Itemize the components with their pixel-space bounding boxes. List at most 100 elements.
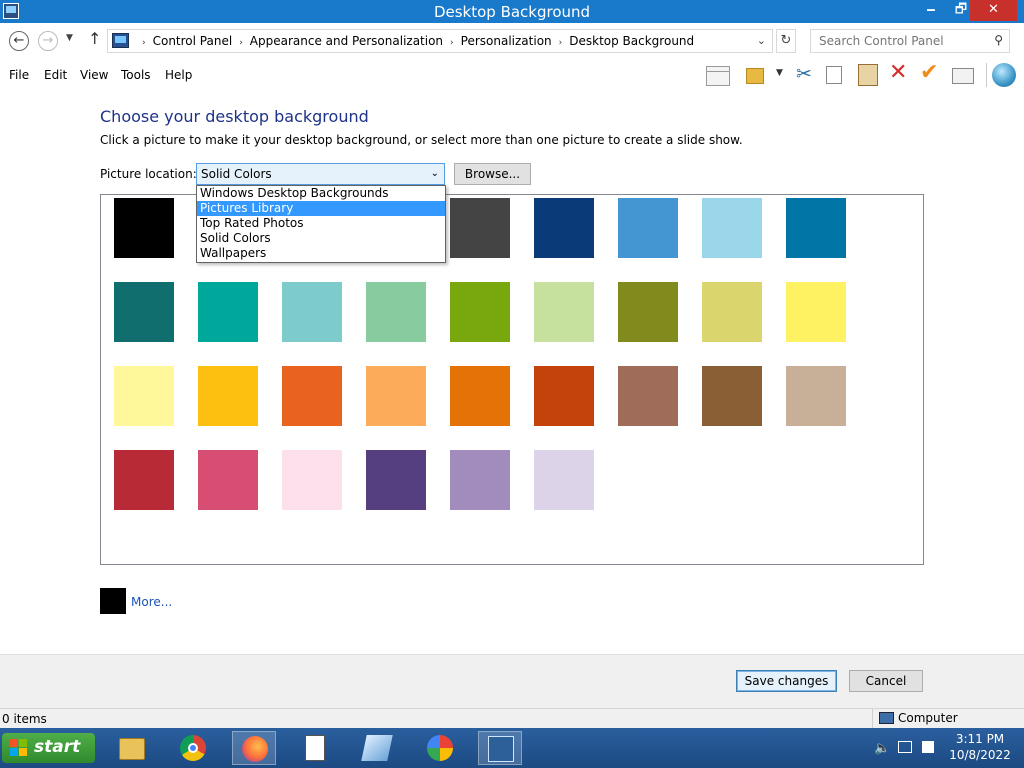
globe-icon[interactable] bbox=[992, 63, 1016, 87]
breadcrumb-personalization[interactable]: Personalization bbox=[461, 34, 552, 48]
paste-icon[interactable] bbox=[858, 64, 878, 86]
computer-icon bbox=[879, 712, 894, 724]
checkmark-icon[interactable]: ✔ bbox=[920, 60, 938, 85]
color-swatch[interactable] bbox=[114, 198, 174, 258]
volume-muted-icon[interactable]: 🔈 bbox=[874, 741, 890, 756]
breadcrumb-separator-icon[interactable]: › bbox=[450, 38, 454, 48]
save-changes-button[interactable]: Save changes bbox=[736, 670, 837, 692]
copy-icon[interactable] bbox=[826, 66, 842, 84]
refresh-button[interactable]: ↻ bbox=[776, 29, 796, 53]
breadcrumb-appearance[interactable]: Appearance and Personalization bbox=[250, 34, 443, 48]
breadcrumb-separator-icon[interactable]: › bbox=[559, 38, 563, 48]
dropdown-option[interactable]: Pictures Library bbox=[197, 201, 445, 216]
color-swatch[interactable] bbox=[786, 198, 846, 258]
color-swatch[interactable] bbox=[198, 450, 258, 510]
preview-pane-icon[interactable] bbox=[706, 66, 730, 86]
picture-location-label: Picture location: bbox=[100, 167, 197, 181]
color-swatch[interactable] bbox=[618, 366, 678, 426]
search-icon[interactable]: ⚲ bbox=[994, 33, 1003, 47]
color-swatch[interactable] bbox=[282, 366, 342, 426]
system-clock[interactable]: 3:11 PM 10/8/2022 bbox=[940, 731, 1020, 763]
color-swatch[interactable] bbox=[534, 282, 594, 342]
color-swatch[interactable] bbox=[450, 282, 510, 342]
menu-help[interactable]: Help bbox=[165, 68, 192, 82]
color-swatch[interactable] bbox=[534, 198, 594, 258]
menu-tools[interactable]: Tools bbox=[121, 68, 151, 82]
folder-options-icon[interactable] bbox=[746, 68, 764, 84]
up-button[interactable]: ↑ bbox=[88, 29, 101, 48]
pen-tool-taskbar-button[interactable] bbox=[355, 731, 399, 765]
color-swatch[interactable] bbox=[198, 366, 258, 426]
recent-pages-dropdown[interactable]: ▼ bbox=[66, 33, 73, 43]
cut-icon[interactable]: ✂ bbox=[796, 63, 812, 87]
color-swatch[interactable] bbox=[702, 282, 762, 342]
dropdown-option[interactable]: Top Rated Photos bbox=[197, 216, 445, 231]
color-swatch[interactable] bbox=[114, 450, 174, 510]
close-button[interactable]: ✕ bbox=[970, 0, 1017, 21]
action-center-icon[interactable] bbox=[922, 741, 934, 753]
item-count: 0 items bbox=[2, 712, 47, 726]
back-button[interactable]: ← bbox=[9, 31, 29, 51]
folder-icon bbox=[119, 738, 145, 760]
chrome-taskbar-button[interactable] bbox=[171, 731, 215, 765]
address-field[interactable]: › Control Panel › Appearance and Personaliz… bbox=[107, 29, 773, 53]
chevron-down-icon[interactable]: ⌄ bbox=[757, 34, 766, 47]
browse-button[interactable]: Browse... bbox=[454, 163, 531, 185]
color-swatch[interactable] bbox=[450, 366, 510, 426]
notepad-taskbar-button[interactable] bbox=[293, 731, 337, 765]
color-swatch[interactable] bbox=[114, 366, 174, 426]
breadcrumb-control-panel[interactable]: Control Panel bbox=[153, 34, 233, 48]
dropdown-option[interactable]: Windows Desktop Backgrounds bbox=[197, 186, 445, 201]
main-content: Choose your desktop background Click a p… bbox=[0, 90, 1024, 654]
cancel-button[interactable]: Cancel bbox=[849, 670, 923, 692]
breadcrumb-separator-icon[interactable]: › bbox=[142, 38, 146, 48]
color-swatch[interactable] bbox=[114, 282, 174, 342]
file-explorer-taskbar-button[interactable] bbox=[110, 731, 154, 765]
color-swatch[interactable] bbox=[702, 366, 762, 426]
pen-icon bbox=[361, 735, 393, 761]
search-input[interactable] bbox=[819, 34, 979, 48]
forward-button[interactable]: → bbox=[38, 31, 58, 51]
menu-edit[interactable]: Edit bbox=[44, 68, 67, 82]
chevron-down-icon[interactable]: ▼ bbox=[776, 68, 783, 92]
color-swatch[interactable] bbox=[618, 198, 678, 258]
menu-view[interactable]: View bbox=[80, 68, 108, 82]
page-description: Click a picture to make it your desktop … bbox=[100, 133, 743, 147]
network-icon[interactable] bbox=[898, 741, 912, 753]
minimize-button[interactable]: 🗕 bbox=[916, 0, 946, 21]
properties-icon[interactable] bbox=[952, 68, 974, 84]
color-swatch[interactable] bbox=[702, 198, 762, 258]
color-swatch[interactable] bbox=[282, 282, 342, 342]
color-swatch[interactable] bbox=[534, 450, 594, 510]
color-swatch[interactable] bbox=[282, 450, 342, 510]
clock-time: 3:11 PM bbox=[955, 732, 1005, 746]
color-swatch[interactable] bbox=[450, 450, 510, 510]
search-box[interactable]: ⚲ bbox=[810, 29, 1010, 53]
breadcrumb-desktop-background[interactable]: Desktop Background bbox=[569, 34, 694, 48]
security-app-taskbar-button[interactable] bbox=[418, 731, 462, 765]
color-swatch[interactable] bbox=[786, 282, 846, 342]
color-swatch[interactable] bbox=[786, 366, 846, 426]
more-colors-link[interactable]: More... bbox=[131, 595, 172, 609]
page-title: Choose your desktop background bbox=[100, 107, 369, 126]
color-swatch[interactable] bbox=[366, 366, 426, 426]
color-swatch[interactable] bbox=[450, 198, 510, 258]
breadcrumb-separator-icon[interactable]: › bbox=[239, 38, 243, 48]
color-swatch[interactable] bbox=[366, 282, 426, 342]
firefox-taskbar-button[interactable] bbox=[232, 731, 276, 765]
color-swatch[interactable] bbox=[534, 366, 594, 426]
color-swatch[interactable] bbox=[198, 282, 258, 342]
start-button[interactable]: start bbox=[2, 733, 95, 763]
status-location: Computer bbox=[872, 709, 1024, 728]
chevron-down-icon[interactable]: ⌄ bbox=[431, 168, 439, 179]
more-color-swatch[interactable] bbox=[100, 588, 126, 614]
dropdown-option[interactable]: Solid Colors bbox=[197, 231, 445, 246]
picture-location-select[interactable]: Solid Colors ⌄ bbox=[196, 163, 445, 185]
dropdown-option[interactable]: Wallpapers bbox=[197, 246, 445, 261]
dialog-footer: Save changes Cancel bbox=[0, 654, 1024, 708]
control-panel-taskbar-button[interactable] bbox=[478, 731, 522, 765]
color-swatch[interactable] bbox=[366, 450, 426, 510]
delete-icon[interactable]: ✕ bbox=[889, 60, 907, 85]
color-swatch[interactable] bbox=[618, 282, 678, 342]
menu-file[interactable]: File bbox=[9, 68, 29, 82]
